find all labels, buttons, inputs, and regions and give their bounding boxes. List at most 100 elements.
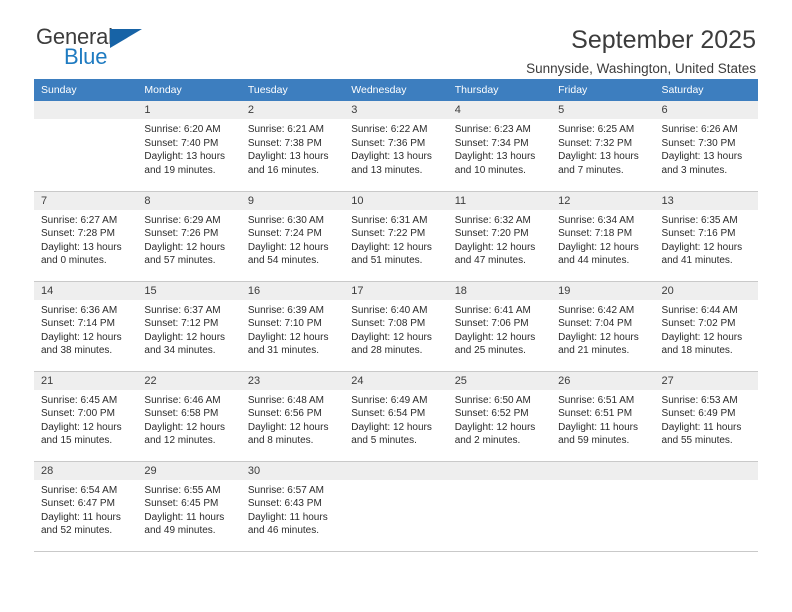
calendar-week-row: 28 Sunrise: 6:54 AM Sunset: 6:47 PM Dayligh… xyxy=(34,460,758,552)
calendar-day-cell[interactable]: 4 Sunrise: 6:23 AM Sunset: 7:34 PM Daylight… xyxy=(447,101,552,192)
daylight-text: Daylight: 12 hours and 31 minutes. xyxy=(247,331,329,357)
day-info: Sunrise: 6:39 AM Sunset: 7:10 PM Daylight:… xyxy=(241,300,344,358)
calendar-table: Sunday Monday Tuesday Wednesday Thursday… xyxy=(34,79,758,552)
sunset-text: Sunset: 7:30 PM xyxy=(661,137,736,149)
day-info: Sunrise: 6:41 AM Sunset: 7:06 PM Daylight:… xyxy=(448,300,551,358)
sunrise-text: Sunrise: 6:54 AM xyxy=(41,484,118,496)
sunrise-text: Sunrise: 6:25 AM xyxy=(558,124,635,135)
calendar-day-cell[interactable]: 12 Sunrise: 6:34 AM Sunset: 7:18 PM Dayligh… xyxy=(551,190,655,282)
sunrise-text: Sunrise: 6:41 AM xyxy=(454,304,531,316)
calendar-day-cell[interactable]: 5 Sunrise: 6:25 AM Sunset: 7:32 PM Daylight… xyxy=(551,101,655,192)
day-cell-inner xyxy=(654,461,758,551)
sunrise-text: Sunrise: 6:23 AM xyxy=(454,124,531,135)
sunset-text: Sunset: 6:54 PM xyxy=(351,408,426,420)
calendar-day-cell[interactable]: 29 Sunrise: 6:55 AM Sunset: 6:45 PM Dayligh… xyxy=(137,460,241,552)
calendar-week-row: 14 Sunrise: 6:36 AM Sunset: 7:14 PM Dayligh… xyxy=(34,280,758,372)
sunrise-text: Sunrise: 6:21 AM xyxy=(247,124,324,135)
title-block: September 2025 Sunnyside, Washington, Un… xyxy=(526,26,758,78)
calendar-day-cell[interactable]: 17 Sunrise: 6:40 AM Sunset: 7:08 PM Dayligh… xyxy=(344,280,448,372)
calendar-day-cell[interactable]: 22 Sunrise: 6:46 AM Sunset: 6:58 PM Dayligh… xyxy=(137,370,241,462)
day-info: Sunrise: 6:44 AM Sunset: 7:02 PM Daylight:… xyxy=(655,300,758,358)
calendar-day-cell[interactable]: 20 Sunrise: 6:44 AM Sunset: 7:02 PM Dayligh… xyxy=(654,280,758,372)
daylight-text: Daylight: 13 hours and 13 minutes. xyxy=(351,151,432,176)
calendar-day-cell[interactable]: 24 Sunrise: 6:49 AM Sunset: 6:54 PM Dayligh… xyxy=(344,370,448,462)
daylight-text: Daylight: 12 hours and 41 minutes. xyxy=(661,241,743,267)
weekday-header-sunday: Sunday xyxy=(34,79,138,101)
calendar-day-cell[interactable]: 30 Sunrise: 6:57 AM Sunset: 6:43 PM Dayligh… xyxy=(240,460,345,552)
day-cell-inner: 3 Sunrise: 6:22 AM Sunset: 7:36 PM Daylight… xyxy=(344,101,448,191)
daylight-text: Daylight: 13 hours and 10 minutes. xyxy=(454,151,536,176)
weekday-header-tuesday: Tuesday xyxy=(240,79,345,101)
calendar-day-cell[interactable]: 27 Sunrise: 6:53 AM Sunset: 6:49 PM Dayligh… xyxy=(654,370,758,462)
day-cell-inner: 11 Sunrise: 6:32 AM Sunset: 7:20 PM Dayligh… xyxy=(447,191,552,281)
day-cell-inner: 23 Sunrise: 6:48 AM Sunset: 6:56 PM Dayligh… xyxy=(240,371,345,461)
weekday-header-friday: Friday xyxy=(551,79,655,101)
day-number: 5 xyxy=(551,101,655,119)
sunset-text: Sunset: 7:08 PM xyxy=(351,318,426,330)
sunset-text: Sunset: 6:43 PM xyxy=(247,498,322,510)
sunset-text: Sunset: 6:47 PM xyxy=(41,498,115,510)
day-info: Sunrise: 6:50 AM Sunset: 6:52 PM Daylight:… xyxy=(448,390,551,448)
calendar-day-cell[interactable]: 19 Sunrise: 6:42 AM Sunset: 7:04 PM Dayligh… xyxy=(551,280,655,372)
page-subtitle: Sunnyside, Washington, United States xyxy=(526,61,756,76)
sunset-text: Sunset: 6:52 PM xyxy=(454,408,529,420)
calendar-day-cell[interactable]: 10 Sunrise: 6:31 AM Sunset: 7:22 PM Dayligh… xyxy=(344,190,448,282)
sunrise-text: Sunrise: 6:42 AM xyxy=(558,304,635,316)
day-number: 6 xyxy=(654,101,758,119)
brand-logo[interactable]: General Blue xyxy=(34,26,246,68)
calendar-day-cell[interactable]: 18 Sunrise: 6:41 AM Sunset: 7:06 PM Dayligh… xyxy=(447,280,552,372)
calendar-day-cell[interactable]: 26 Sunrise: 6:51 AM Sunset: 6:51 PM Dayligh… xyxy=(551,370,655,462)
sunrise-text: Sunrise: 6:49 AM xyxy=(351,394,428,406)
sunrise-text: Sunrise: 6:37 AM xyxy=(144,304,221,316)
calendar-day-cell[interactable]: 28 Sunrise: 6:54 AM Sunset: 6:47 PM Dayligh… xyxy=(34,460,138,552)
weekday-header-saturday: Saturday xyxy=(654,79,758,101)
day-number: 25 xyxy=(447,371,552,390)
day-cell-inner: 22 Sunrise: 6:46 AM Sunset: 6:58 PM Dayligh… xyxy=(137,371,241,461)
calendar-day-cell[interactable]: 13 Sunrise: 6:35 AM Sunset: 7:16 PM Dayligh… xyxy=(654,190,758,282)
calendar-day-cell-empty xyxy=(654,460,758,552)
calendar-day-cell[interactable]: 14 Sunrise: 6:36 AM Sunset: 7:14 PM Dayligh… xyxy=(34,280,138,372)
day-cell-inner xyxy=(447,461,552,551)
sunrise-text: Sunrise: 6:26 AM xyxy=(661,124,738,135)
calendar-day-cell[interactable]: 11 Sunrise: 6:32 AM Sunset: 7:20 PM Dayligh… xyxy=(447,190,552,282)
day-number: 20 xyxy=(654,281,758,300)
calendar-day-cell[interactable]: 2 Sunrise: 6:21 AM Sunset: 7:38 PM Daylight… xyxy=(240,101,345,192)
day-cell-inner: 15 Sunrise: 6:37 AM Sunset: 7:12 PM Dayligh… xyxy=(137,281,241,371)
day-info: Sunrise: 6:53 AM Sunset: 6:49 PM Daylight:… xyxy=(655,390,758,448)
calendar-day-cell[interactable]: 9 Sunrise: 6:30 AM Sunset: 7:24 PM Daylight… xyxy=(240,190,345,282)
calendar-day-cell[interactable]: 15 Sunrise: 6:37 AM Sunset: 7:12 PM Dayligh… xyxy=(137,280,241,372)
day-cell-inner: 27 Sunrise: 6:53 AM Sunset: 6:49 PM Dayligh… xyxy=(654,371,758,461)
sunrise-text: Sunrise: 6:46 AM xyxy=(144,394,221,406)
daylight-text: Daylight: 13 hours and 7 minutes. xyxy=(558,151,639,176)
calendar-week-row: 7 Sunrise: 6:27 AM Sunset: 7:28 PM Daylight… xyxy=(34,190,758,282)
calendar-day-cell[interactable]: 1 Sunrise: 6:20 AM Sunset: 7:40 PM Daylight… xyxy=(137,101,241,192)
sunrise-text: Sunrise: 6:51 AM xyxy=(558,394,635,406)
calendar-day-cell[interactable]: 25 Sunrise: 6:50 AM Sunset: 6:52 PM Dayligh… xyxy=(447,370,552,462)
day-info: Sunrise: 6:40 AM Sunset: 7:08 PM Daylight:… xyxy=(344,300,447,358)
daylight-text: Daylight: 13 hours and 16 minutes. xyxy=(247,151,329,176)
day-number: 11 xyxy=(447,191,552,210)
daylight-text: Daylight: 12 hours and 2 minutes. xyxy=(454,421,536,447)
sunrise-text: Sunrise: 6:50 AM xyxy=(454,394,531,406)
weekday-header-thursday: Thursday xyxy=(447,79,552,101)
calendar-day-cell[interactable]: 8 Sunrise: 6:29 AM Sunset: 7:26 PM Daylight… xyxy=(137,190,241,282)
calendar-day-cell[interactable]: 21 Sunrise: 6:45 AM Sunset: 7:00 PM Dayligh… xyxy=(34,370,138,462)
calendar-day-cell[interactable]: 16 Sunrise: 6:39 AM Sunset: 7:10 PM Dayligh… xyxy=(240,280,345,372)
sunrise-text: Sunrise: 6:40 AM xyxy=(351,304,428,316)
day-number xyxy=(344,461,448,480)
day-info: Sunrise: 6:55 AM Sunset: 6:45 PM Daylight:… xyxy=(137,480,240,538)
calendar-day-cell[interactable]: 23 Sunrise: 6:48 AM Sunset: 6:56 PM Dayligh… xyxy=(240,370,345,462)
day-number: 2 xyxy=(240,101,345,119)
sunset-text: Sunset: 7:32 PM xyxy=(558,137,633,149)
day-info: Sunrise: 6:49 AM Sunset: 6:54 PM Daylight:… xyxy=(344,390,447,448)
calendar-day-cell[interactable]: 7 Sunrise: 6:27 AM Sunset: 7:28 PM Daylight… xyxy=(34,190,138,282)
daylight-text: Daylight: 13 hours and 3 minutes. xyxy=(661,151,743,176)
calendar-day-cell[interactable]: 3 Sunrise: 6:22 AM Sunset: 7:36 PM Daylight… xyxy=(344,101,448,192)
calendar-day-cell[interactable]: 6 Sunrise: 6:26 AM Sunset: 7:30 PM Daylight… xyxy=(654,101,758,192)
sunset-text: Sunset: 7:28 PM xyxy=(41,228,115,240)
day-info: Sunrise: 6:35 AM Sunset: 7:16 PM Daylight:… xyxy=(655,210,758,268)
day-cell-inner xyxy=(34,101,138,191)
daylight-text: Daylight: 12 hours and 54 minutes. xyxy=(247,241,329,267)
calendar-week-row: 1 Sunrise: 6:20 AM Sunset: 7:40 PM Daylight… xyxy=(34,101,758,192)
day-cell-inner: 13 Sunrise: 6:35 AM Sunset: 7:16 PM Dayligh… xyxy=(654,191,758,281)
